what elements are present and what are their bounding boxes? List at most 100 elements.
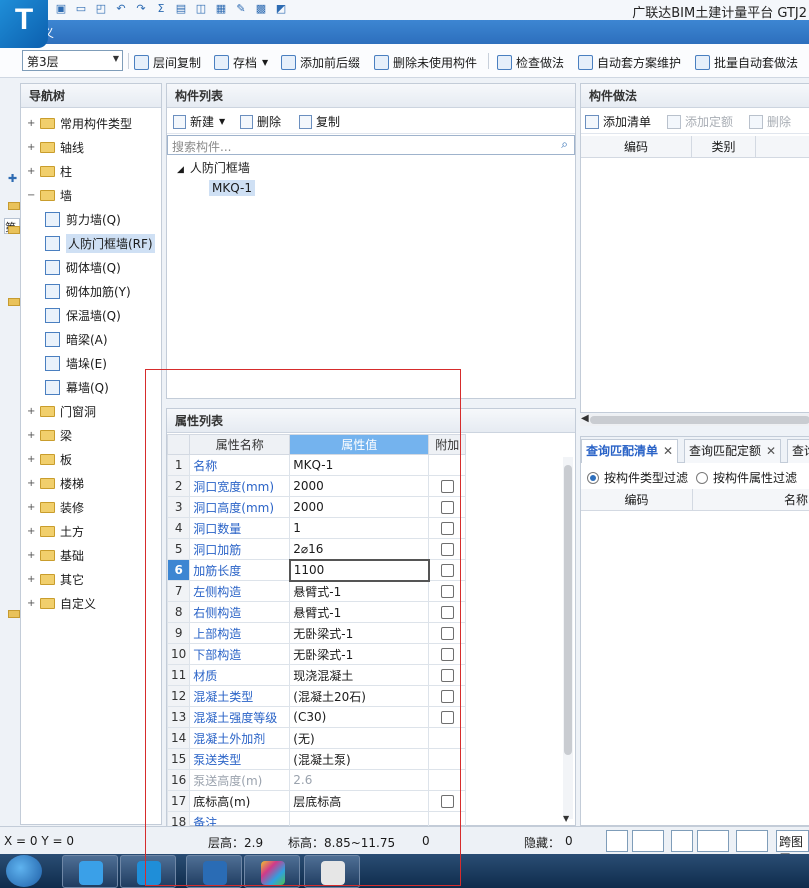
checkbox[interactable] xyxy=(440,606,454,619)
filter-by-type[interactable]: 按构件类型过滤 xyxy=(587,469,688,486)
property-row[interactable]: 6 加筋长度 1100 xyxy=(166,558,467,582)
nav-item[interactable]: 人防门框墙(RF) xyxy=(45,232,155,254)
hscroll-thumb[interactable] xyxy=(590,416,809,424)
nav-item[interactable]: + 装修 xyxy=(27,496,84,518)
expand-icon[interactable]: + xyxy=(27,430,37,441)
new-button[interactable]: 新建 ▼ xyxy=(173,113,225,130)
extra-cell[interactable] xyxy=(428,538,467,560)
property-row[interactable]: 11 材质 现浇混凝土 xyxy=(166,664,467,686)
property-row[interactable]: 3 洞口高度(mm) 2000 xyxy=(166,496,467,518)
method-hscrollbar[interactable]: ◀ xyxy=(580,413,809,426)
app-logo[interactable]: T xyxy=(0,0,48,48)
scroll-down-icon[interactable]: ▼ xyxy=(563,814,569,823)
checkbox[interactable] xyxy=(440,501,454,514)
redo-icon[interactable]: ↷ xyxy=(134,2,148,16)
extra-column-header[interactable] xyxy=(756,136,809,158)
extra-cell[interactable] xyxy=(428,580,467,602)
property-value[interactable]: 悬臂式-1 xyxy=(289,580,430,602)
property-row[interactable]: 10 下部构造 无卧梁式-1 xyxy=(166,643,467,665)
extra-cell[interactable] xyxy=(428,727,467,749)
angle-dropdown[interactable] xyxy=(697,830,729,852)
property-row[interactable]: 17 底标高(m) 层底标高 xyxy=(166,790,467,812)
property-value[interactable]: 1100 xyxy=(288,558,430,582)
property-row[interactable]: 16 泵送高度(m) 2.6 xyxy=(166,769,467,791)
nav-item[interactable]: + 门窗洞 xyxy=(27,400,96,422)
property-row[interactable]: 2 洞口宽度(mm) 2000 xyxy=(166,475,467,497)
add-quota-button[interactable]: 添加定额 xyxy=(667,113,733,130)
delete-button[interactable]: 删除 xyxy=(240,113,281,130)
component-search-input[interactable]: 搜索构件... ⌕ xyxy=(167,135,575,155)
taskbar-app-5[interactable] xyxy=(304,855,360,888)
extra-cell[interactable] xyxy=(428,748,467,770)
edit-icon[interactable]: ✎ xyxy=(234,2,248,16)
checkbox[interactable] xyxy=(440,585,454,598)
grid-icon[interactable]: ▩ xyxy=(254,2,268,16)
type-column-header[interactable]: 类别 xyxy=(692,136,756,158)
query-name-header[interactable]: 名称 xyxy=(693,489,809,511)
extra-header[interactable]: 附加 xyxy=(428,434,467,455)
property-value[interactable]: (混凝土泵) xyxy=(289,748,430,770)
property-value[interactable]: MKQ-1 xyxy=(289,454,430,476)
checkbox[interactable] xyxy=(440,480,454,493)
property-value[interactable]: 2⌀16 xyxy=(289,538,430,560)
nav-item[interactable]: + 柱 xyxy=(27,160,72,182)
filter-by-attr[interactable]: 按构件属性过滤 xyxy=(696,469,797,486)
taskbar-app-1[interactable] xyxy=(62,855,118,888)
property-value[interactable]: 无卧梁式-1 xyxy=(289,643,430,665)
nav-item[interactable]: + 土方 xyxy=(27,520,84,542)
tab-query-more[interactable]: 查询 xyxy=(787,439,809,463)
property-value[interactable]: 无卧梁式-1 xyxy=(289,622,430,644)
extra-cell[interactable] xyxy=(428,517,467,539)
nav-item[interactable]: + 自定义 xyxy=(27,592,96,614)
expand-icon[interactable]: + xyxy=(27,502,37,513)
check-icon[interactable]: ▦ xyxy=(214,2,228,16)
settings-icon[interactable]: ◩ xyxy=(274,2,288,16)
save-icon[interactable]: ▣ xyxy=(54,2,68,16)
copy-button[interactable]: 复制 xyxy=(299,113,340,130)
radio-icon[interactable] xyxy=(696,472,709,484)
scroll-left-icon[interactable]: ◀ xyxy=(581,413,589,424)
property-row[interactable]: 14 混凝土外加剂 (无) xyxy=(166,727,467,749)
nav-item[interactable]: 砌体墙(Q) xyxy=(45,256,121,278)
expand-icon[interactable]: + xyxy=(27,550,37,561)
property-value-header[interactable]: 属性值 xyxy=(289,434,430,455)
checkbox[interactable] xyxy=(441,564,455,577)
floor-select[interactable]: 第3层 ▼ xyxy=(22,50,123,71)
property-value[interactable]: (无) xyxy=(289,727,430,749)
property-value[interactable]: 2000 xyxy=(289,475,430,497)
close-icon[interactable]: ✕ xyxy=(663,444,673,458)
property-value[interactable]: 1 xyxy=(289,517,430,539)
nav-item[interactable]: + 基础 xyxy=(27,544,84,566)
sum-icon[interactable]: Σ xyxy=(154,2,168,16)
checkbox[interactable] xyxy=(440,690,454,703)
property-value[interactable]: 现浇混凝土 xyxy=(289,664,430,686)
start-button-icon[interactable] xyxy=(6,855,42,887)
checkbox[interactable] xyxy=(440,543,454,556)
property-row[interactable]: 1 名称 MKQ-1 xyxy=(166,454,467,476)
collapse-icon[interactable]: ◢ xyxy=(177,165,184,175)
delete-unused-button[interactable]: 删除未使用构件 xyxy=(374,53,477,71)
search-icon[interactable]: ⌕ xyxy=(561,137,568,152)
taskbar-app-2[interactable] xyxy=(120,855,176,888)
checkbox[interactable] xyxy=(440,669,454,682)
checkbox[interactable] xyxy=(440,627,454,640)
nav-item[interactable]: + 梁 xyxy=(27,424,72,446)
extra-cell[interactable] xyxy=(428,622,467,644)
expand-icon[interactable]: + xyxy=(27,478,37,489)
batch-auto-button[interactable]: 批量自动套做法 xyxy=(695,53,798,71)
scroll-thumb[interactable] xyxy=(564,465,572,755)
expand-icon[interactable]: + xyxy=(27,526,37,537)
nav-item[interactable]: + 其它 xyxy=(27,568,84,590)
view-icon[interactable]: ◫ xyxy=(194,2,208,16)
extra-cell[interactable] xyxy=(428,643,467,665)
property-scrollbar[interactable]: ▼ xyxy=(563,457,573,823)
tree-node-mkq1[interactable]: MKQ-1 xyxy=(209,180,255,196)
nav-item[interactable]: 暗梁(A) xyxy=(45,328,108,350)
collapse-icon[interactable]: − xyxy=(27,190,37,201)
check-method-button[interactable]: 检查做法 xyxy=(497,53,564,71)
extra-cell[interactable] xyxy=(428,454,467,476)
ortho-toggle[interactable] xyxy=(606,830,628,852)
checkbox[interactable] xyxy=(440,795,454,808)
extra-cell[interactable] xyxy=(428,790,467,812)
code-column-header[interactable]: 编码 xyxy=(581,136,692,158)
